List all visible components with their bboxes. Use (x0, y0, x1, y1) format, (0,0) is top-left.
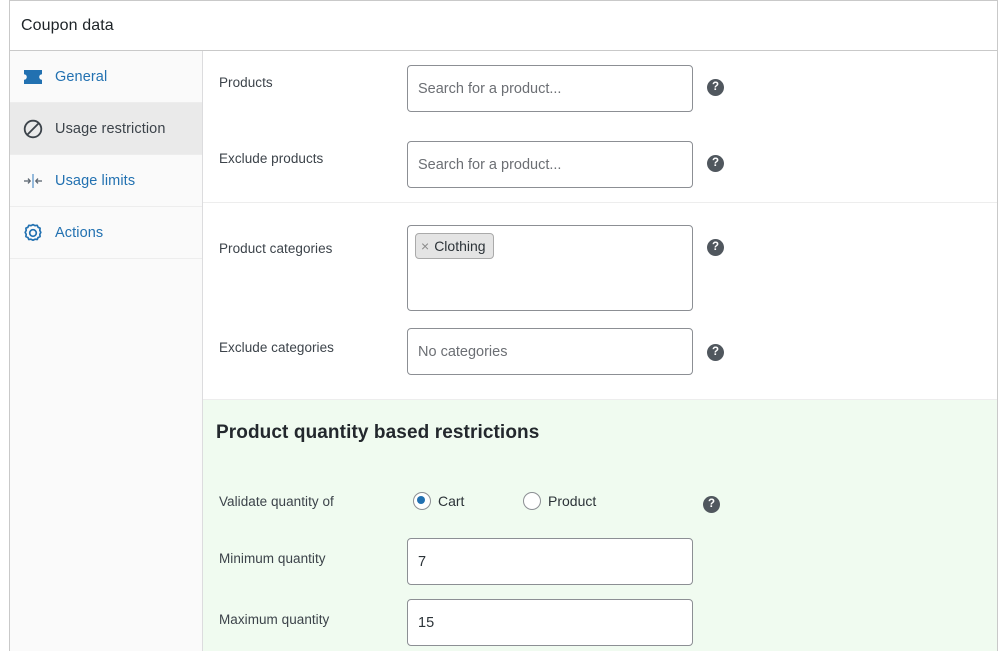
validate-quantity-label: Validate quantity of (219, 494, 334, 509)
minimum-quantity-input[interactable] (407, 538, 693, 585)
exclude-categories-row: Exclude categories ? (203, 317, 997, 399)
sidebar-item-label: General (55, 68, 108, 85)
minimum-quantity-label: Minimum quantity (219, 551, 326, 566)
sidebar-item-usage-restriction[interactable]: Usage restriction (10, 103, 202, 155)
categories-group: Product categories × Clothing ? Exclude … (203, 203, 997, 399)
exclude-products-help-icon[interactable]: ? (707, 155, 724, 172)
align-center-icon (22, 170, 44, 192)
exclude-products-field-wrap (407, 141, 693, 188)
radio-cart-label: Cart (438, 493, 465, 509)
exclude-categories-field-wrap (407, 328, 693, 375)
product-quantity-restrictions-section: Product quantity based restrictions Vali… (203, 399, 997, 651)
ticket-icon (22, 66, 44, 88)
product-categories-row: Product categories × Clothing ? (203, 203, 997, 317)
validate-quantity-row: Validate quantity of Cart Product ? (203, 480, 997, 524)
coupon-data-content: Products ? Exclude products ? (203, 51, 997, 651)
products-input[interactable] (407, 65, 693, 112)
radio-option-product[interactable]: Product (523, 492, 596, 510)
exclude-products-input[interactable] (407, 141, 693, 188)
products-row: Products ? (203, 51, 997, 127)
exclude-products-row: Exclude products ? (203, 127, 997, 203)
products-field-wrap (407, 65, 693, 112)
remove-tag-icon[interactable]: × (421, 239, 429, 253)
sidebar-item-label: Usage restriction (55, 120, 166, 137)
validate-quantity-help-icon[interactable]: ? (703, 496, 720, 513)
product-categories-field-wrap: × Clothing (407, 225, 693, 311)
sidebar-item-label: Usage limits (55, 172, 136, 189)
category-tag-label: Clothing (434, 238, 486, 254)
minimum-quantity-field-wrap (407, 538, 693, 585)
product-categories-label: Product categories (219, 241, 333, 256)
exclude-categories-help-icon[interactable]: ? (707, 344, 724, 361)
radio-cart-indicator[interactable] (413, 492, 431, 510)
sidebar-item-label: Actions (55, 224, 104, 241)
radio-option-cart[interactable]: Cart (413, 492, 464, 510)
sidebar-item-actions[interactable]: Actions (10, 207, 202, 259)
exclude-products-label: Exclude products (219, 151, 324, 166)
radio-product-indicator[interactable] (523, 492, 541, 510)
prohibition-icon (22, 118, 44, 140)
page-title: Coupon data (21, 17, 114, 34)
coupon-data-panel: Coupon data General Usage restriction Us… (9, 0, 998, 651)
products-help-icon[interactable]: ? (707, 79, 724, 96)
maximum-quantity-row: Maximum quantity (203, 595, 997, 651)
coupon-data-sidebar: General Usage restriction Usage limits A… (10, 51, 203, 651)
maximum-quantity-field-wrap (407, 599, 693, 646)
sidebar-item-usage-limits[interactable]: Usage limits (10, 155, 202, 207)
gear-icon (22, 222, 44, 244)
minimum-quantity-row: Minimum quantity (203, 534, 997, 596)
products-group: Products ? Exclude products ? (203, 51, 997, 203)
quantity-section-title: Product quantity based restrictions (216, 422, 540, 443)
radio-product-label: Product (548, 493, 597, 509)
category-tag-clothing[interactable]: × Clothing (415, 233, 494, 259)
product-categories-help-icon[interactable]: ? (707, 239, 724, 256)
panel-body: General Usage restriction Usage limits A… (10, 51, 997, 651)
sidebar-item-general[interactable]: General (10, 51, 202, 103)
maximum-quantity-input[interactable] (407, 599, 693, 646)
panel-header: Coupon data (10, 1, 997, 51)
exclude-categories-input[interactable] (407, 328, 693, 375)
products-label: Products (219, 75, 273, 90)
exclude-categories-label: Exclude categories (219, 340, 334, 355)
coupon-data-screen: Coupon data General Usage restriction Us… (0, 0, 1008, 651)
maximum-quantity-label: Maximum quantity (219, 612, 330, 627)
product-categories-tagbox[interactable]: × Clothing (407, 225, 693, 311)
